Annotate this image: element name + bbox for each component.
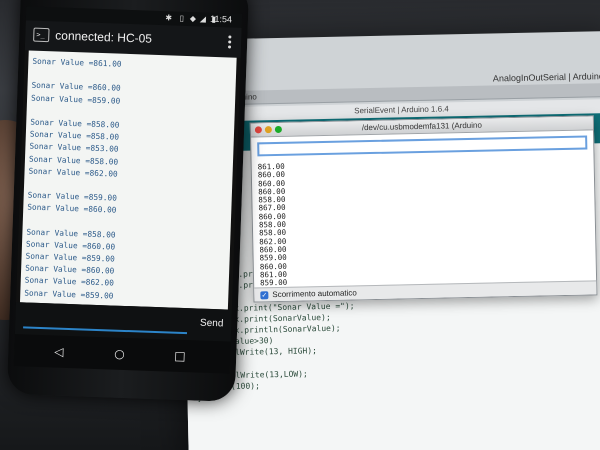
recents-icon[interactable]: □ xyxy=(174,349,186,363)
smartphone: ✱ ▯ ◆ ◢ ▮ 11:54 >_ connected: HC-05 Sona… xyxy=(6,0,250,402)
vibrate-icon: ▯ xyxy=(179,13,185,23)
autoscroll-label: Scorrimento automatico xyxy=(272,288,357,300)
autoscroll-checkbox[interactable]: ✓ xyxy=(260,291,269,300)
terminal-log: Sonar Value =861.00 Sonar Value =860.00 So… xyxy=(19,50,237,310)
terminal-log-lines: Sonar Value =861.00 Sonar Value =860.00 So… xyxy=(24,57,122,304)
maximize-icon[interactable] xyxy=(274,125,282,134)
overflow-menu-icon[interactable] xyxy=(227,35,232,49)
terminal-icon: >_ xyxy=(33,27,50,43)
status-time: 11:54 xyxy=(209,13,233,25)
home-icon[interactable]: ○ xyxy=(114,347,125,361)
message-input[interactable] xyxy=(23,310,188,335)
send-button[interactable]: Send xyxy=(200,318,224,330)
serial-port-title: /dev/cu.usbmodemfa131 (Arduino xyxy=(361,120,482,133)
app-title: connected: HC-05 xyxy=(55,28,153,46)
signal-icon: ◢ xyxy=(199,14,207,24)
log-line: Sonar Value =859.00 xyxy=(24,288,114,301)
wifi-icon: ◆ xyxy=(189,14,197,24)
serial-send-input[interactable] xyxy=(257,135,588,157)
photo-scene: AnalogInOutSerial | Arduino Arduino Seri… xyxy=(0,0,600,450)
phone-screen: ✱ ▯ ◆ ◢ ▮ 11:54 >_ connected: HC-05 Sona… xyxy=(13,6,243,374)
bluetooth-icon: ✱ xyxy=(165,13,173,23)
back-icon[interactable]: ◁ xyxy=(54,345,64,359)
background-window-title: AnalogInOutSerial | Arduino xyxy=(492,71,600,84)
serial-monitor-window: /dev/cu.usbmodemfa131 (Arduino 861.00 860… xyxy=(249,115,598,303)
serial-output: 861.00 860.00 860.00 860.00 858.00 867.00 860.… xyxy=(258,162,288,296)
close-icon[interactable] xyxy=(254,126,262,134)
navigation-bar: ◁ ○ □ xyxy=(13,334,231,374)
minimize-icon[interactable] xyxy=(264,126,272,134)
